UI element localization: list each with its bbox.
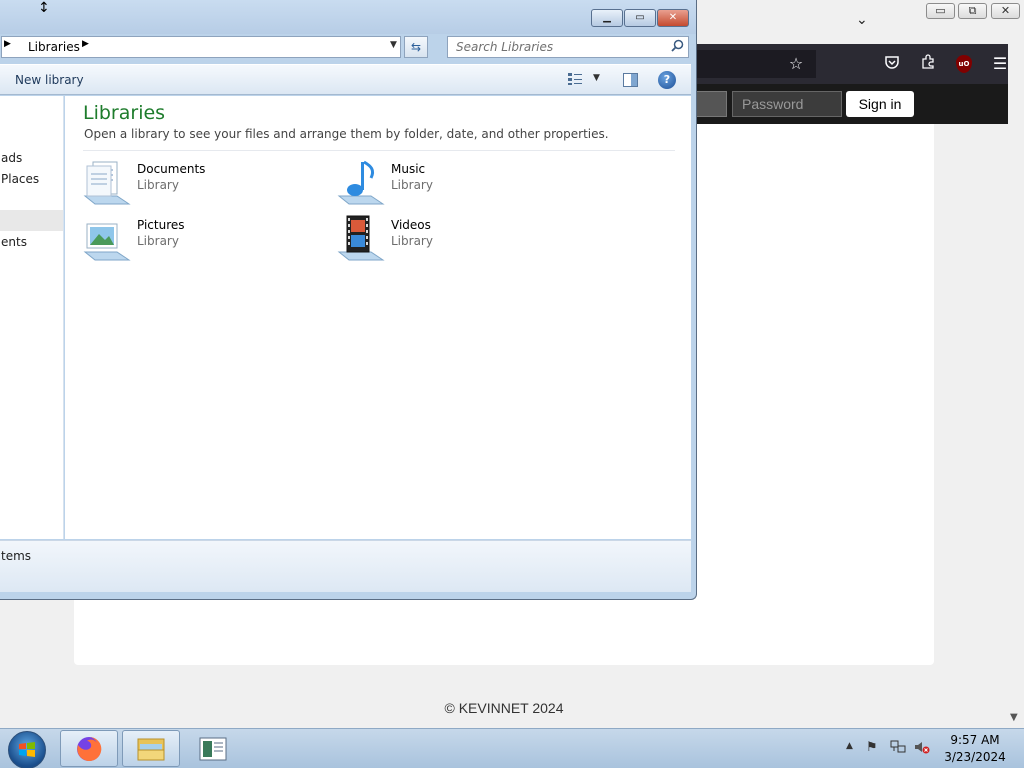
explorer-minimize-button[interactable]: ▁ xyxy=(591,9,623,27)
page-footer: © KEVINNET 2024 xyxy=(444,700,564,716)
library-type: Library xyxy=(391,234,433,248)
libraries-content: Libraries Open a library to see your fil… xyxy=(65,96,691,539)
navigation-pane: ads Places ents xyxy=(0,96,64,539)
search-icon[interactable] xyxy=(671,39,684,55)
windows-logo-icon xyxy=(19,742,35,757)
library-type: Library xyxy=(137,234,179,248)
search-placeholder: Search Libraries xyxy=(456,40,554,54)
nav-item-downloads[interactable]: ads xyxy=(1,151,22,165)
nav-item-documents[interactable]: ents xyxy=(1,235,27,249)
help-icon[interactable]: ? xyxy=(658,71,676,89)
library-name: Videos xyxy=(391,218,431,232)
library-item-pictures[interactable]: Pictures Library xyxy=(83,214,323,262)
item-count: tems xyxy=(1,549,32,563)
show-hidden-icons-arrow[interactable]: ▲ xyxy=(846,741,853,751)
library-name: Pictures xyxy=(137,218,185,232)
start-button[interactable] xyxy=(8,731,46,768)
bookmark-star-icon[interactable]: ☆ xyxy=(786,54,806,74)
extensions-icon[interactable] xyxy=(918,54,938,74)
library-type: Library xyxy=(137,178,179,192)
page-subtitle: Open a library to see your files and arr… xyxy=(84,127,609,141)
taskbar-document-button[interactable] xyxy=(184,730,242,767)
library-item-music[interactable]: Music Library xyxy=(337,158,577,206)
explorer-maximize-button[interactable]: ▭ xyxy=(624,9,656,27)
document-app-icon xyxy=(199,737,227,761)
library-type: Library xyxy=(391,178,433,192)
action-center-flag-icon[interactable]: ⚑ xyxy=(866,740,878,755)
change-view-icon[interactable] xyxy=(567,72,583,90)
preview-pane-icon[interactable] xyxy=(623,73,638,87)
mouse-cursor-icon: ↕ xyxy=(38,0,50,16)
command-bar: New library ▼ ? xyxy=(0,64,691,95)
address-dropdown-icon[interactable]: ▼ xyxy=(390,40,397,50)
library-name: Music xyxy=(391,162,426,176)
explorer-window: ▁ ▭ ✕ ▶ Libraries ▶ ▼ ⇆ Search Libraries… xyxy=(0,0,697,600)
breadcrumb-libraries[interactable]: Libraries xyxy=(28,40,80,54)
taskbar-explorer-button[interactable] xyxy=(122,730,180,767)
library-item-videos[interactable]: Videos Library xyxy=(337,214,577,262)
library-item-documents[interactable]: Documents Library xyxy=(83,158,323,206)
list-tabs-icon[interactable]: ⌄ xyxy=(856,12,872,28)
videos-library-icon xyxy=(337,214,385,262)
views-dropdown-icon[interactable]: ▼ xyxy=(593,73,600,83)
username-field[interactable] xyxy=(696,91,727,117)
ublock-origin-icon[interactable]: uO xyxy=(956,55,972,73)
page-title: Libraries xyxy=(83,102,166,124)
sign-in-button[interactable]: Sign in xyxy=(846,91,914,117)
nav-item-recent-places[interactable]: Places xyxy=(1,172,39,186)
taskbar: ▲ ⚑ 9:57 AM 3/23/2024 xyxy=(0,728,1024,768)
browser-minimize-button[interactable]: ▭ xyxy=(926,3,955,19)
search-input[interactable]: Search Libraries xyxy=(447,36,689,58)
refresh-icon[interactable]: ⇆ xyxy=(404,36,428,58)
firefox-icon xyxy=(77,736,102,761)
documents-library-icon xyxy=(83,158,131,206)
taskbar-firefox-button[interactable] xyxy=(60,730,118,767)
browser-restore-button[interactable]: ⧉ xyxy=(958,3,987,19)
browser-scrollbar[interactable] xyxy=(1008,44,1024,728)
new-library-button[interactable]: New library xyxy=(15,73,84,87)
pictures-library-icon xyxy=(83,214,131,262)
clock-time[interactable]: 9:57 AM xyxy=(940,733,1010,747)
scroll-down-arrow-icon[interactable]: ▼ xyxy=(1010,712,1018,723)
explorer-titlebar[interactable]: ▁ ▭ ✕ xyxy=(0,0,696,34)
music-library-icon xyxy=(337,158,385,206)
nav-item-libraries-selected[interactable] xyxy=(0,210,63,231)
explorer-close-button[interactable]: ✕ xyxy=(657,9,689,27)
folder-icon xyxy=(137,738,165,761)
breadcrumb-arrow-icon[interactable]: ▶ xyxy=(82,39,89,49)
browser-close-button[interactable]: ✕ xyxy=(991,3,1020,19)
breadcrumb-arrow-icon[interactable]: ▶ xyxy=(4,39,11,49)
volume-muted-icon[interactable] xyxy=(914,740,930,758)
address-bar[interactable]: ▶ Libraries ▶ ▼ xyxy=(1,36,401,58)
divider xyxy=(83,150,675,151)
status-bar: tems xyxy=(0,540,691,592)
pocket-icon[interactable] xyxy=(882,54,902,74)
library-name: Documents xyxy=(137,162,206,176)
network-icon[interactable] xyxy=(890,740,906,758)
menu-hamburger-icon[interactable]: ☰ xyxy=(990,54,1010,74)
clock-date[interactable]: 3/23/2024 xyxy=(940,750,1010,764)
password-field[interactable]: Password xyxy=(732,91,842,117)
